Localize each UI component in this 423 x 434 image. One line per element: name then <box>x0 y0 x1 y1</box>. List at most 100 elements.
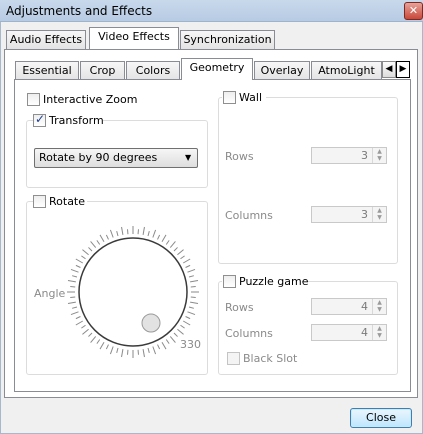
spin-up-icon[interactable]: ▲ <box>373 299 386 306</box>
wall-columns-value: 3 <box>361 208 368 221</box>
scroll-left-icon[interactable]: ◀ <box>382 61 396 78</box>
spin-up-icon[interactable]: ▲ <box>373 325 386 332</box>
dial-tick <box>99 341 105 350</box>
puzzle-rows-spinbox[interactable]: 4 ▲ ▼ <box>311 298 387 315</box>
dial-knob[interactable] <box>141 313 161 333</box>
dial-tick <box>82 249 89 256</box>
dial-tick <box>190 280 199 283</box>
dial-tick <box>161 234 167 243</box>
chevron-down-icon: ▼ <box>185 153 192 162</box>
dial-tick <box>142 226 145 235</box>
dial-tick <box>152 229 157 238</box>
dial-tick <box>116 231 119 237</box>
puzzle-checkbox[interactable] <box>223 275 236 288</box>
dial-tick <box>165 240 170 245</box>
spin-down-icon[interactable]: ▼ <box>373 155 386 162</box>
dial-tick <box>187 311 196 316</box>
dial-tick <box>180 255 185 260</box>
dial-tick <box>81 324 86 329</box>
dial-tick <box>182 320 191 326</box>
scroll-right-icon[interactable]: ▶ <box>396 61 410 78</box>
dial-tick <box>188 306 194 309</box>
dial-tick <box>173 247 178 252</box>
dial-tick <box>116 347 119 353</box>
dial-tick <box>121 349 124 358</box>
spin-up-icon[interactable]: ▲ <box>373 207 386 214</box>
dial-tick <box>185 264 191 268</box>
angle-value: 330 <box>180 338 201 351</box>
dial-tick <box>177 249 184 256</box>
tab-overlay[interactable]: Overlay <box>254 61 310 80</box>
dial-tick <box>188 275 194 278</box>
dial-tick <box>82 328 89 335</box>
wall-columns-spinbox[interactable]: 3 ▲ ▼ <box>311 206 387 223</box>
interactive-zoom-label: Interactive Zoom <box>43 93 138 106</box>
dial-face <box>78 237 188 347</box>
tab-crop[interactable]: Crop <box>80 61 125 80</box>
dial-tick <box>72 275 78 278</box>
close-button[interactable]: Close <box>350 408 412 428</box>
transform-select[interactable]: Rotate by 90 degrees ▼ <box>34 148 198 168</box>
window-close-icon[interactable]: ✕ <box>404 2 423 20</box>
dial-tick <box>147 231 150 237</box>
spin-down-icon[interactable]: ▼ <box>373 306 386 313</box>
transform-checkbox[interactable] <box>33 112 46 127</box>
interactive-zoom-checkbox[interactable] <box>27 93 40 106</box>
tab-geometry[interactable]: Geometry <box>181 58 253 80</box>
tab-essential[interactable]: Essential <box>15 61 79 80</box>
wall-label: Wall <box>239 91 263 104</box>
dial-tick <box>169 336 176 343</box>
dial-tick <box>105 234 109 240</box>
tab-video-effects[interactable]: Video Effects <box>89 27 179 49</box>
dial-tick <box>105 344 109 350</box>
tab-colors[interactable]: Colors <box>126 61 180 80</box>
puzzle-label: Puzzle game <box>239 275 309 288</box>
tab-synchronization[interactable]: Synchronization <box>180 30 275 49</box>
dial-tick <box>75 320 84 326</box>
dial-tick <box>75 258 84 264</box>
transform-label: Transform <box>49 114 104 127</box>
dial-tick <box>70 311 79 316</box>
puzzle-columns-value: 4 <box>361 326 368 339</box>
dial-tick <box>169 241 176 248</box>
tab-atmolight[interactable]: AtmoLight <box>311 61 382 80</box>
dial-tick <box>173 332 178 337</box>
dial-tick <box>96 339 101 344</box>
puzzle-columns-label: Columns <box>225 327 273 340</box>
rotate-label: Rotate <box>49 195 86 208</box>
dial-tick <box>75 316 81 320</box>
dial-tick <box>72 306 78 309</box>
dial-tick <box>67 301 76 304</box>
angle-label: Angle <box>34 287 66 300</box>
spin-down-icon[interactable]: ▼ <box>373 332 386 339</box>
dial-tick <box>88 247 93 252</box>
dial-tick <box>121 226 124 235</box>
puzzle-columns-spinbox[interactable]: 4 ▲ ▼ <box>311 324 387 341</box>
dial-tick <box>165 339 170 344</box>
wall-rows-spinbox[interactable]: 3 ▲ ▼ <box>311 147 387 164</box>
dial-tick <box>157 234 161 240</box>
wall-checkbox[interactable] <box>223 91 236 104</box>
dial-tick <box>90 241 97 248</box>
window-title: Adjustments and Effects <box>6 4 153 18</box>
transform-select-value: Rotate by 90 degrees <box>39 151 158 164</box>
spin-up-icon[interactable]: ▲ <box>373 148 386 155</box>
rotate-checkbox[interactable] <box>33 195 46 208</box>
dial-tick <box>157 344 161 350</box>
dial-tick <box>67 280 76 283</box>
dial-tick <box>190 301 199 304</box>
dial-tick <box>182 258 191 264</box>
dial-tick <box>180 324 185 329</box>
puzzle-rows-value: 4 <box>361 300 368 313</box>
dial-tick <box>177 328 184 335</box>
spin-down-icon[interactable]: ▼ <box>373 214 386 221</box>
dial-tick <box>70 268 79 273</box>
wall-rows-value: 3 <box>361 149 368 162</box>
black-slot-checkbox[interactable] <box>227 352 240 365</box>
puzzle-rows-label: Rows <box>225 301 254 314</box>
dial-tick <box>185 316 191 320</box>
dial-tick <box>75 264 81 268</box>
tab-audio-effects[interactable]: Audio Effects <box>6 30 86 49</box>
dial-tick <box>96 240 101 245</box>
dial-tick <box>161 341 167 350</box>
